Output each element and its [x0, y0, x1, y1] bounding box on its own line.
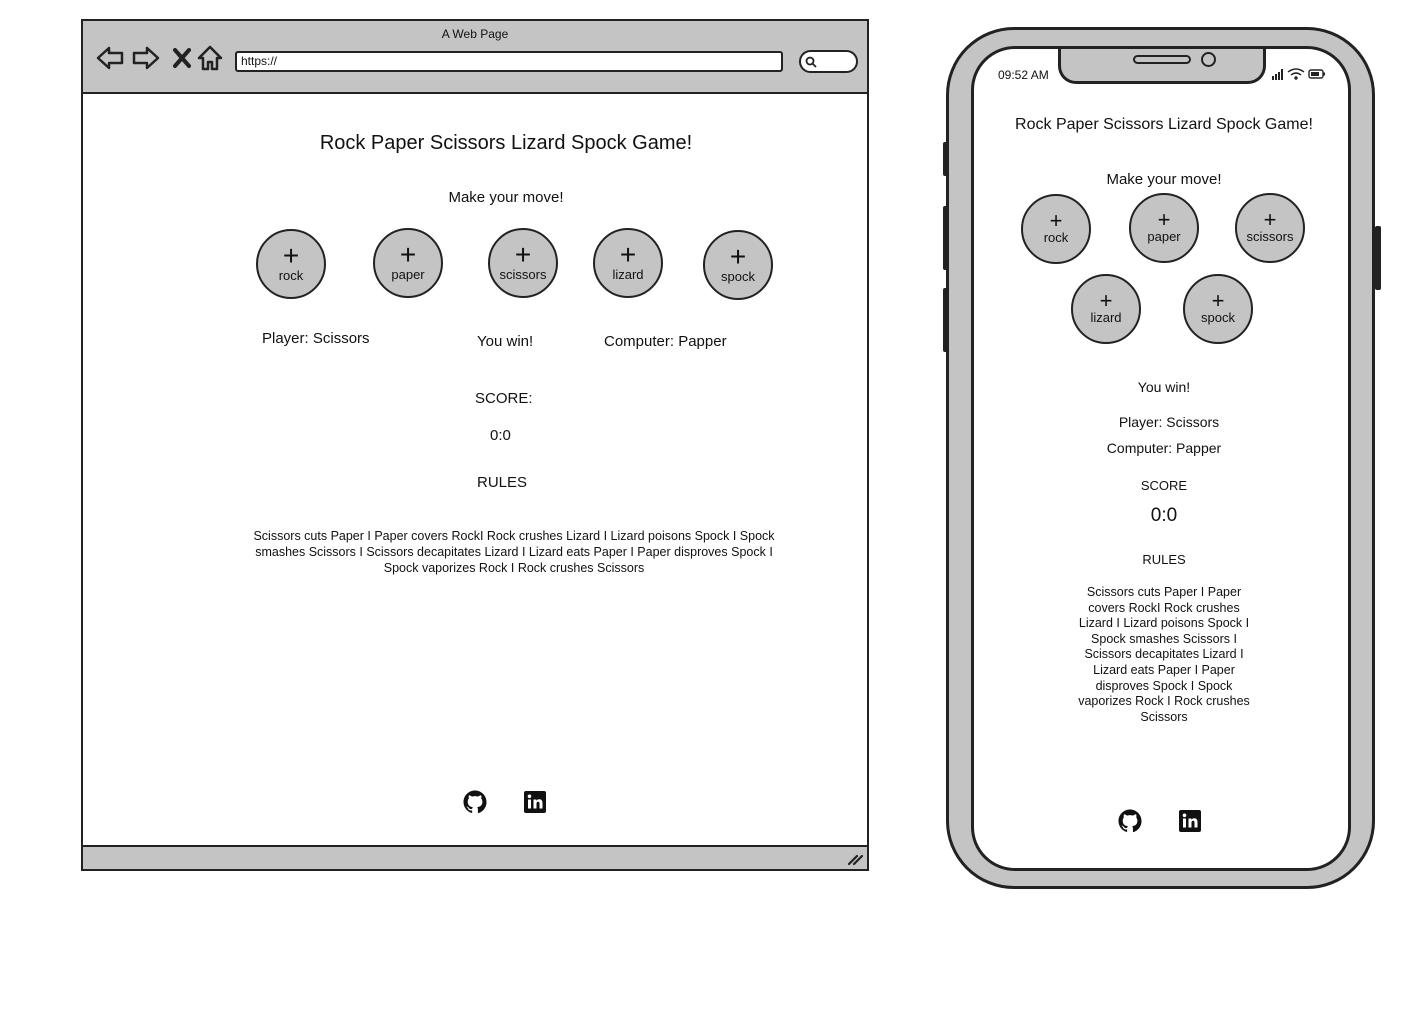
paper-button[interactable]: + paper — [1129, 193, 1199, 263]
lizard-button[interactable]: + lizard — [593, 228, 663, 298]
github-icon[interactable] — [463, 790, 487, 814]
status-time: 09:52 AM — [998, 68, 1049, 82]
rock-label: rock — [278, 268, 304, 283]
outcome-text: You win! — [477, 333, 534, 350]
home-icon[interactable] — [195, 43, 225, 73]
rock-button[interactable]: + rock — [256, 229, 326, 299]
score-label: SCORE — [1140, 478, 1188, 493]
rules-label: RULES — [1142, 552, 1186, 567]
plus-icon: + — [1157, 207, 1171, 232]
spock-button[interactable]: + spock — [703, 230, 773, 300]
scissors-button[interactable]: + scissors — [1235, 193, 1305, 263]
game-title: Rock Paper Scissors Lizard Spock Game! — [319, 132, 693, 154]
scissors-label: scissors — [499, 267, 547, 282]
mute-switch — [943, 142, 949, 176]
plus-icon: + — [729, 241, 747, 272]
lizard-label: lizard — [612, 267, 644, 282]
resize-grip-icon[interactable] — [847, 852, 863, 866]
back-arrow-icon[interactable] — [95, 43, 125, 73]
spock-button[interactable]: + spock — [1183, 274, 1253, 344]
search-button[interactable] — [799, 50, 858, 73]
spock-label: spock — [721, 269, 755, 284]
paper-label: paper — [391, 267, 425, 282]
phone-frame: 09:52 AM Rock Paper Scissors Lizard Spoc… — [943, 27, 1381, 889]
signal-icon — [1272, 69, 1283, 80]
battery-icon — [1308, 69, 1325, 79]
plus-icon: + — [282, 240, 300, 271]
lizard-label: lizard — [1090, 310, 1122, 325]
make-move-prompt: Make your move! — [448, 189, 564, 206]
plus-icon: + — [619, 239, 637, 270]
rock-button[interactable]: + rock — [1021, 194, 1091, 264]
plus-icon: + — [1049, 208, 1063, 233]
power-button — [1375, 226, 1381, 290]
make-move-prompt: Make your move! — [1106, 171, 1222, 188]
window-title: A Web Page — [441, 27, 509, 41]
rules-text: Scissors cuts Paper I Paper covers RockI… — [1078, 585, 1250, 724]
linkedin-icon[interactable] — [1178, 809, 1202, 833]
rules-text: Scissors cuts Paper I Paper covers RockI… — [253, 529, 775, 575]
outcome-text: You win! — [1137, 379, 1191, 395]
rules-label: RULES — [477, 474, 528, 491]
game-title: Rock Paper Scissors Lizard Spock Game! — [1015, 116, 1313, 133]
scissors-label: scissors — [1246, 229, 1294, 244]
forward-arrow-icon[interactable] — [131, 43, 161, 73]
url-input[interactable]: https:// — [235, 51, 783, 72]
score-label: SCORE: — [475, 390, 533, 407]
search-icon — [805, 56, 817, 68]
score-value: 0:0 — [1150, 505, 1178, 526]
wifi-icon — [1287, 68, 1305, 80]
browser-window: A Web Page https:// Rock Paper Scissors … — [81, 19, 869, 871]
player-choice: Player: Scissors — [1118, 414, 1220, 430]
lizard-button[interactable]: + lizard — [1071, 274, 1141, 344]
plus-icon: + — [1211, 288, 1225, 313]
computer-choice: Computer: Papper — [604, 333, 727, 350]
score-value: 0:0 — [490, 427, 511, 444]
phone-screen: 09:52 AM Rock Paper Scissors Lizard Spoc… — [971, 46, 1351, 871]
github-icon[interactable] — [1118, 809, 1142, 833]
plus-icon: + — [1099, 288, 1113, 313]
paper-button[interactable]: + paper — [373, 228, 443, 298]
browser-status-bar — [83, 845, 867, 869]
rock-label: rock — [1043, 230, 1069, 245]
plus-icon: + — [1263, 207, 1277, 232]
camera-icon — [1201, 52, 1216, 67]
linkedin-icon[interactable] — [523, 790, 547, 814]
status-icons — [1272, 68, 1325, 80]
plus-icon: + — [399, 239, 417, 270]
volume-up-button — [943, 206, 949, 270]
spock-label: spock — [1201, 310, 1235, 325]
scissors-button[interactable]: + scissors — [488, 228, 558, 298]
close-icon[interactable] — [167, 43, 197, 73]
speaker-grille — [1133, 55, 1191, 64]
plus-icon: + — [514, 239, 532, 270]
browser-toolbar: A Web Page https:// — [83, 21, 867, 94]
volume-down-button — [943, 288, 949, 352]
player-choice: Player: Scissors — [262, 330, 370, 347]
computer-choice: Computer: Papper — [1106, 440, 1222, 456]
page-content: Rock Paper Scissors Lizard Spock Game! M… — [83, 94, 867, 847]
paper-label: paper — [1147, 229, 1181, 244]
phone-notch — [1058, 49, 1266, 84]
